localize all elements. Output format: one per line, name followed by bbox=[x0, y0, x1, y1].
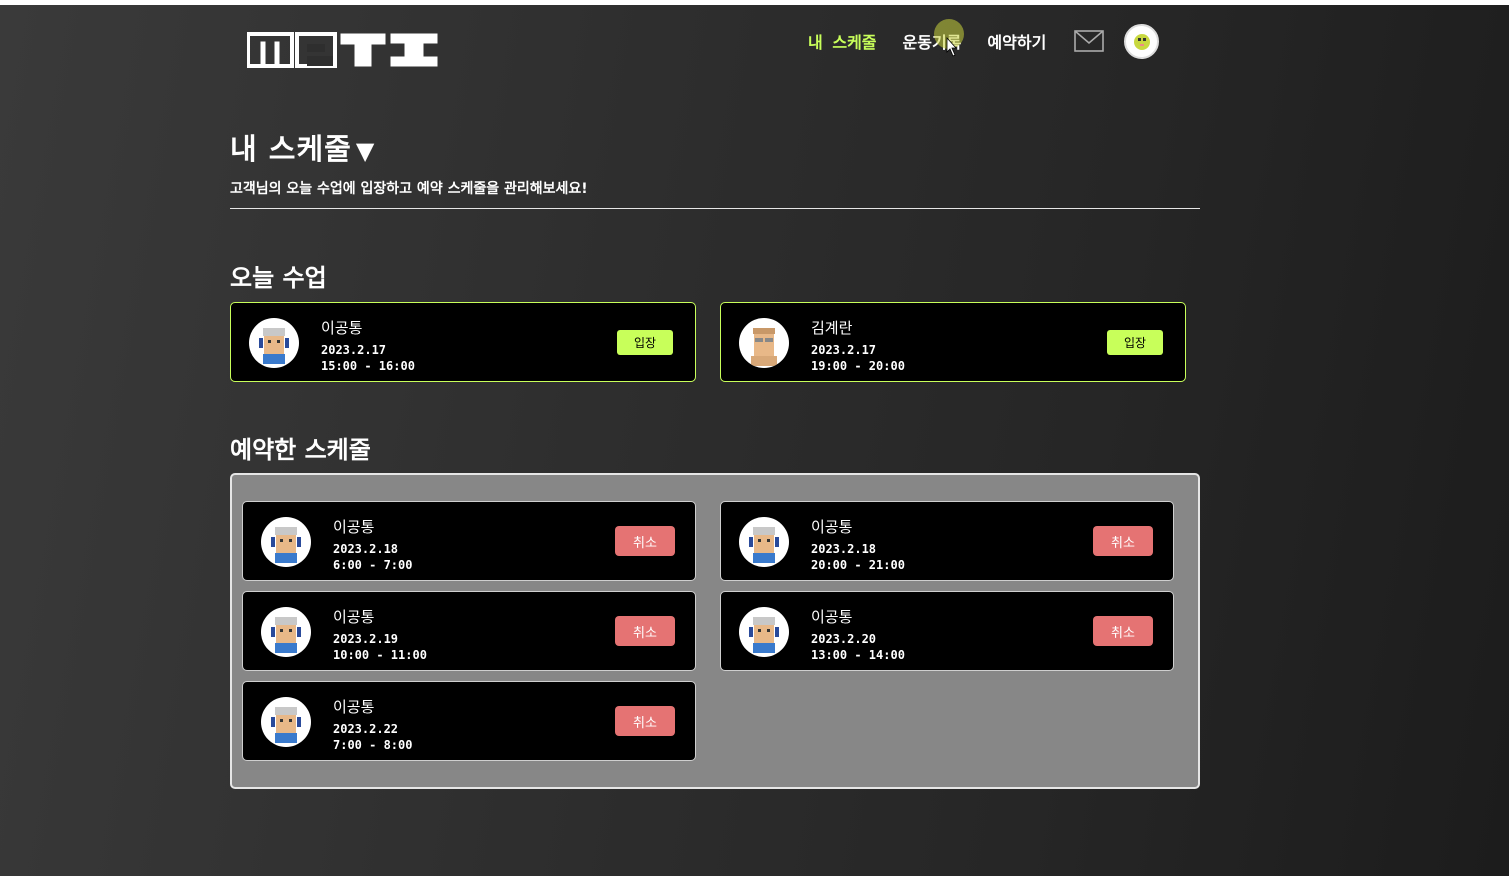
divider bbox=[230, 208, 1200, 209]
trainer-name: 이공통 bbox=[811, 608, 853, 626]
enter-button[interactable]: 입장 bbox=[1107, 330, 1163, 355]
cancel-button[interactable]: 취소 bbox=[615, 706, 675, 736]
trainer-avatar bbox=[739, 607, 789, 657]
class-time: 13:00 - 14:00 bbox=[811, 648, 905, 662]
trainer-avatar bbox=[739, 517, 789, 567]
nav-workout-log[interactable]: 운동기록 bbox=[903, 29, 962, 53]
trainer-avatar bbox=[261, 607, 311, 657]
cancel-button[interactable]: 취소 bbox=[1093, 616, 1153, 646]
booked-section-title: 예약한 스케줄 bbox=[230, 436, 371, 464]
trainer-avatar bbox=[261, 697, 311, 747]
cancel-button[interactable]: 취소 bbox=[615, 616, 675, 646]
page-title: 내 스케줄 ▼ bbox=[230, 132, 376, 166]
class-date: 2023.2.17 bbox=[321, 343, 387, 357]
main-nav: 내 스케줄 운동기록 예약하기 bbox=[808, 22, 1160, 60]
booked-card: 이공통 2023.2.20 13:00 - 14:00 취소 bbox=[720, 591, 1174, 671]
today-section-title: 오늘 수업 bbox=[230, 264, 327, 292]
cancel-button[interactable]: 취소 bbox=[615, 526, 675, 556]
booked-card: 이공통 2023.2.22 7:00 - 8:00 취소 bbox=[242, 681, 696, 761]
today-card: 이공통 2023.2.17 15:00 - 16:00 입장 bbox=[230, 302, 696, 382]
class-time: 15:00 - 16:00 bbox=[321, 359, 415, 373]
class-time: 7:00 - 8:00 bbox=[333, 738, 413, 752]
nav-my-schedule[interactable]: 내 스케줄 bbox=[808, 29, 877, 53]
enter-button[interactable]: 입장 bbox=[617, 330, 673, 355]
trainer-avatar bbox=[739, 318, 789, 368]
nav-reservation[interactable]: 예약하기 bbox=[987, 29, 1046, 53]
booked-card: 이공통 2023.2.18 6:00 - 7:00 취소 bbox=[242, 501, 696, 581]
dropdown-arrow-icon[interactable]: ▼ bbox=[356, 137, 375, 165]
class-time: 6:00 - 7:00 bbox=[333, 558, 413, 572]
class-time: 10:00 - 11:00 bbox=[333, 648, 427, 662]
trainer-avatar bbox=[249, 318, 299, 368]
class-date: 2023.2.17 bbox=[811, 343, 877, 357]
class-time: 20:00 - 21:00 bbox=[811, 558, 905, 572]
today-card: 김계란 2023.2.17 19:00 - 20:00 입장 bbox=[720, 302, 1186, 382]
cancel-button[interactable]: 취소 bbox=[1093, 526, 1153, 556]
class-date: 2023.2.20 bbox=[811, 632, 877, 646]
trainer-name: 이공통 bbox=[333, 698, 375, 716]
class-time: 19:00 - 20:00 bbox=[811, 359, 905, 373]
trainer-name: 이공통 bbox=[811, 518, 853, 536]
trainer-name: 이공통 bbox=[333, 608, 375, 626]
profile-avatar[interactable] bbox=[1124, 23, 1160, 59]
mail-icon[interactable] bbox=[1074, 30, 1105, 52]
booked-card: 이공통 2023.2.18 20:00 - 21:00 취소 bbox=[720, 501, 1174, 581]
top-border bbox=[0, 0, 1509, 5]
page-subtitle: 고객님의 오늘 수업에 입장하고 예약 스케줄을 관리해보세요! bbox=[230, 181, 588, 197]
trainer-name: 김계란 bbox=[811, 319, 853, 337]
class-date: 2023.2.18 bbox=[333, 542, 399, 556]
class-date: 2023.2.18 bbox=[811, 542, 877, 556]
trainer-name: 이공통 bbox=[333, 518, 375, 536]
trainer-name: 이공통 bbox=[321, 319, 363, 337]
booked-card: 이공통 2023.2.19 10:00 - 11:00 취소 bbox=[242, 591, 696, 671]
trainer-avatar bbox=[261, 517, 311, 567]
logo[interactable] bbox=[247, 32, 439, 68]
class-date: 2023.2.22 bbox=[333, 722, 399, 736]
class-date: 2023.2.19 bbox=[333, 632, 399, 646]
